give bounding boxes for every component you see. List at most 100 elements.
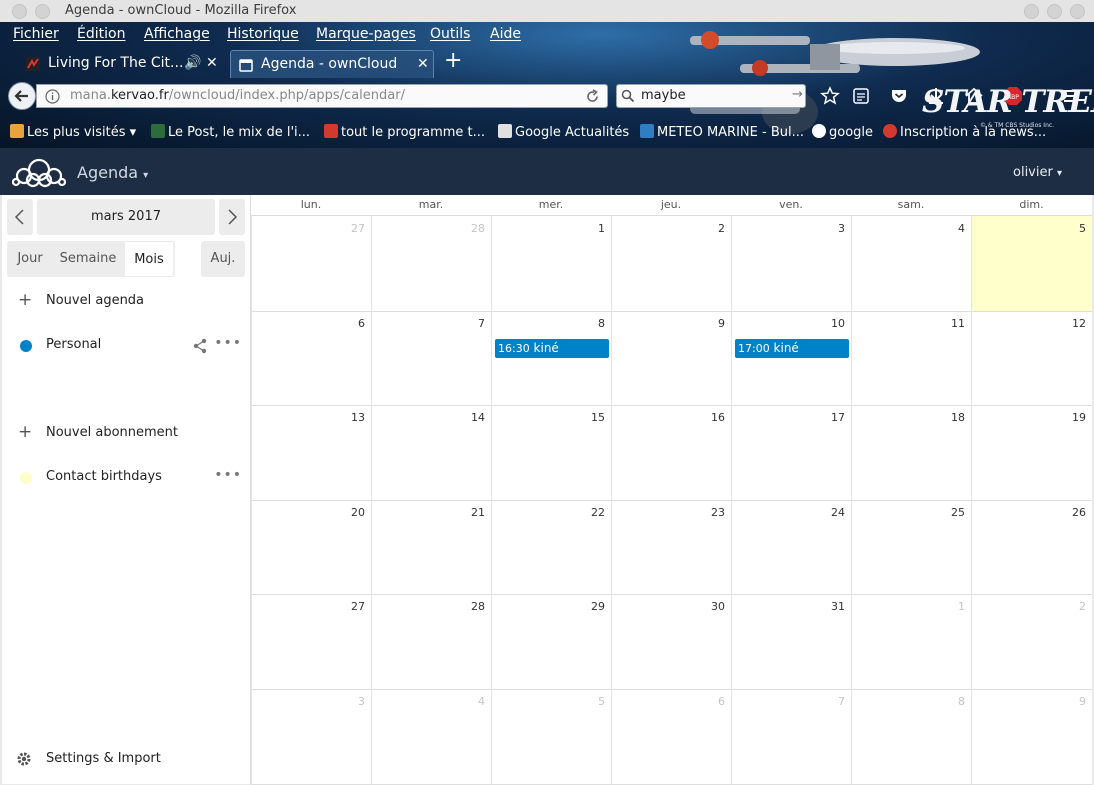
app-menu[interactable]: Agenda ▾: [77, 163, 148, 182]
day-cell[interactable]: 29: [491, 594, 611, 689]
bookmark-les-plus-visites[interactable]: Les plus visités ▾: [10, 124, 136, 140]
day-cell[interactable]: 6: [251, 310, 371, 406]
menu-edition[interactable]: Édition: [77, 26, 125, 42]
day-cell[interactable]: 2: [611, 216, 731, 311]
share-icon[interactable]: [192, 338, 208, 354]
subscription-item-contact-birthdays[interactable]: Contact birthdays •••: [2, 463, 250, 493]
day-cell[interactable]: 7: [371, 310, 491, 406]
new-tab-button[interactable]: +: [444, 48, 462, 73]
day-cell[interactable]: 30: [611, 594, 731, 689]
calendar-event[interactable]: 17:00 kiné: [735, 338, 849, 358]
bookmark-google-actualites[interactable]: Google Actualités: [498, 124, 629, 140]
reload-icon[interactable]: [585, 89, 600, 104]
day-cell[interactable]: 25: [851, 499, 971, 595]
more-options-icon[interactable]: •••: [214, 467, 242, 483]
reading-list-icon[interactable]: [851, 86, 871, 106]
day-cell[interactable]: 12: [971, 310, 1092, 406]
previous-month-button[interactable]: [7, 199, 33, 235]
menu-outils[interactable]: Outils: [430, 26, 470, 42]
day-cell[interactable]: 18: [851, 405, 971, 500]
settings-import-button[interactable]: Settings & Import: [2, 745, 250, 775]
month-picker-button[interactable]: mars 2017: [37, 199, 215, 235]
day-cell[interactable]: 3: [251, 689, 371, 784]
tab-agenda-owncloud[interactable]: Agenda - ownCloud ✕: [230, 50, 434, 78]
day-cell[interactable]: 4: [851, 216, 971, 311]
menu-affichage[interactable]: Affichage: [144, 26, 210, 42]
menu-fichier[interactable]: Fichier: [13, 26, 59, 42]
day-cell[interactable]: 13: [251, 405, 371, 500]
day-cell[interactable]: 27: [251, 216, 371, 311]
bookmark-inscription-news[interactable]: Inscription à la news...: [883, 124, 1046, 140]
calendar-item-personal[interactable]: Personal •••: [2, 331, 250, 361]
menu-marque-pages[interactable]: Marque-pages: [316, 26, 416, 42]
day-cell[interactable]: 22: [491, 499, 611, 595]
day-cell[interactable]: 15: [491, 405, 611, 500]
day-cell[interactable]: 21: [371, 499, 491, 595]
minimize-button[interactable]: [1024, 4, 1039, 19]
day-cell[interactable]: 26: [971, 499, 1092, 595]
tab-living-for-the-city[interactable]: Living For The Cit... 🔊 ✕: [18, 50, 228, 78]
calendar-color-dot[interactable]: [20, 472, 32, 484]
bookmark-google[interactable]: google: [812, 124, 873, 140]
speaker-icon[interactable]: 🔊: [184, 55, 201, 71]
day-cell[interactable]: 5: [491, 689, 611, 784]
tab-close-icon[interactable]: ✕: [417, 56, 429, 72]
next-month-button[interactable]: [219, 199, 245, 235]
day-cell[interactable]: 8 16:30 kiné: [491, 310, 611, 406]
day-cell[interactable]: 28: [371, 216, 491, 311]
back-button[interactable]: [8, 82, 36, 110]
day-cell[interactable]: 2: [971, 594, 1092, 689]
day-cell[interactable]: 16: [611, 405, 731, 500]
owncloud-logo-icon[interactable]: [12, 156, 66, 188]
day-cell[interactable]: 3: [731, 216, 851, 311]
bookmark-le-post[interactable]: Le Post, le mix de l'i...: [151, 124, 310, 140]
day-cell[interactable]: 19: [971, 405, 1092, 500]
view-month-button[interactable]: Mois: [124, 241, 174, 277]
bookmark-favicon-icon: [324, 124, 338, 138]
day-cell[interactable]: 27: [251, 594, 371, 689]
more-options-icon[interactable]: •••: [214, 335, 242, 351]
day-cell[interactable]: 24: [731, 499, 851, 595]
view-week-button[interactable]: Semaine: [54, 241, 122, 277]
search-go-icon[interactable]: →: [792, 87, 803, 102]
month-label: mars 2017: [91, 209, 161, 224]
info-icon[interactable]: [45, 89, 60, 104]
menu-historique[interactable]: Historique: [227, 26, 299, 42]
day-cell[interactable]: 28: [371, 594, 491, 689]
search-bar[interactable]: →: [616, 84, 806, 108]
day-cell[interactable]: 7: [731, 689, 851, 784]
close-window-button[interactable]: [1070, 4, 1085, 19]
day-cell[interactable]: 11: [851, 310, 971, 406]
calendar-color-dot[interactable]: [20, 340, 32, 352]
day-cell[interactable]: 6: [611, 689, 731, 784]
bookmark-tout-le-programme[interactable]: tout le programme t...: [324, 124, 485, 140]
day-cell[interactable]: 20: [251, 499, 371, 595]
day-cell[interactable]: 23: [611, 499, 731, 595]
view-day-button[interactable]: Jour: [7, 241, 53, 277]
day-cell[interactable]: 17: [731, 405, 851, 500]
calendar-event[interactable]: 16:30 kiné: [495, 338, 609, 358]
search-input[interactable]: [639, 87, 783, 104]
day-cell[interactable]: 9: [611, 310, 731, 406]
new-calendar-button[interactable]: + Nouvel agenda: [2, 287, 250, 317]
bookmark-star-icon[interactable]: [820, 86, 840, 106]
pocket-icon[interactable]: [889, 86, 909, 106]
user-menu[interactable]: olivier ▾: [1013, 165, 1062, 180]
day-cell[interactable]: 31: [731, 594, 851, 689]
day-cell[interactable]: 8: [851, 689, 971, 784]
day-cell-today[interactable]: 5: [971, 216, 1092, 311]
day-cell[interactable]: 4: [371, 689, 491, 784]
new-subscription-button[interactable]: + Nouvel abonnement: [2, 419, 250, 449]
day-header-row: lun. mar. mer. jeu. ven. sam. dim.: [251, 195, 1092, 216]
day-cell[interactable]: 14: [371, 405, 491, 500]
maximize-button[interactable]: [1047, 4, 1062, 19]
url-bar[interactable]: mana.kervao.fr/owncloud/index.php/apps/c…: [36, 84, 608, 108]
day-cell[interactable]: 1: [491, 216, 611, 311]
day-cell[interactable]: 10 17:00 kiné: [731, 310, 851, 406]
menu-aide[interactable]: Aide: [490, 26, 521, 42]
day-cell[interactable]: 9: [971, 689, 1092, 784]
bookmark-meteo-marine[interactable]: METEO MARINE - Bul...: [640, 124, 804, 140]
tab-close-icon[interactable]: ✕: [206, 55, 218, 71]
day-cell[interactable]: 1: [851, 594, 971, 689]
today-button[interactable]: Auj.: [201, 241, 245, 277]
